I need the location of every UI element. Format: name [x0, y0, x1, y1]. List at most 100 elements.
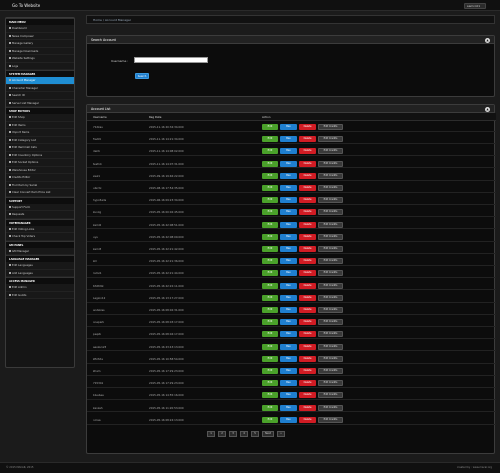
sidebar-item[interactable]: Edit Shop — [6, 114, 74, 122]
delete-button[interactable]: Delete — [299, 148, 316, 155]
sidebar-item[interactable]: Clear Convert Item Price List — [6, 189, 74, 197]
sidebar-item[interactable]: Edit Languages — [6, 262, 74, 270]
delete-button[interactable]: Delete — [299, 392, 316, 399]
sidebar-item[interactable]: Edit Itemmall Cats — [6, 144, 74, 152]
delete-button[interactable]: Delete — [299, 221, 316, 228]
edit-credits-button[interactable]: Edit Credits — [318, 319, 343, 326]
edit-credits-button[interactable]: Edit Credits — [318, 258, 343, 265]
edit-button[interactable]: Edit — [262, 319, 278, 326]
delete-button[interactable]: Delete — [299, 355, 316, 362]
edit-button[interactable]: Edit — [262, 404, 278, 411]
sidebar-item[interactable]: Edit Socket Options — [6, 159, 74, 167]
edit-credits-button[interactable]: Edit Credits — [318, 404, 343, 411]
page-button[interactable]: 4 — [240, 431, 248, 437]
page-button[interactable]: 5 — [251, 431, 259, 437]
delete-button[interactable]: Delete — [299, 233, 316, 240]
ban-button[interactable]: Ban — [280, 136, 297, 143]
ban-button[interactable]: Ban — [280, 380, 297, 387]
page-button[interactable]: 3 — [229, 431, 237, 437]
sidebar-item[interactable]: Add Languages — [6, 269, 74, 277]
edit-button[interactable]: Edit — [262, 258, 278, 265]
edit-credits-button[interactable]: Edit Credits — [318, 331, 343, 338]
edit-credits-button[interactable]: Edit Credits — [318, 355, 343, 362]
edit-credits-button[interactable]: Edit Credits — [318, 392, 343, 399]
edit-button[interactable]: Edit — [262, 246, 278, 252]
collapse-icon[interactable]: ▲ — [485, 106, 490, 112]
edit-button[interactable]: Edit — [262, 233, 278, 240]
edit-button[interactable]: Edit — [262, 185, 278, 191]
edit-credits-button[interactable]: Edit Credits — [318, 368, 343, 374]
edit-credits-button[interactable]: Edit Credits — [318, 270, 343, 277]
ban-button[interactable]: Ban — [280, 282, 297, 289]
collapse-icon[interactable]: ▲ — [485, 37, 490, 43]
edit-button[interactable]: Edit — [262, 380, 278, 387]
edit-credits-button[interactable]: Edit Credits — [318, 185, 343, 191]
delete-button[interactable]: Delete — [299, 416, 316, 423]
edit-button[interactable]: Edit — [262, 416, 278, 423]
user-menu-button[interactable]: samro01 — [464, 3, 486, 9]
edit-credits-button[interactable]: Edit Credits — [318, 294, 343, 301]
edit-credits-button[interactable]: Edit Credits — [318, 246, 343, 252]
page-button[interactable]: » — [277, 431, 285, 437]
delete-button[interactable]: Delete — [299, 172, 316, 179]
ban-button[interactable]: Ban — [280, 185, 297, 191]
go-to-website-link[interactable]: Go To Website — [12, 3, 40, 8]
delete-button[interactable]: Delete — [299, 380, 316, 387]
edit-credits-button[interactable]: Edit Credits — [318, 160, 343, 167]
ban-button[interactable]: Ban — [280, 404, 297, 411]
ban-button[interactable]: Ban — [280, 368, 297, 374]
delete-button[interactable]: Delete — [299, 282, 316, 289]
ban-button[interactable]: Ban — [280, 392, 297, 399]
ban-button[interactable]: Ban — [280, 270, 297, 277]
delete-button[interactable]: Delete — [299, 197, 316, 204]
edit-button[interactable]: Edit — [262, 307, 278, 313]
edit-button[interactable]: Edit — [262, 294, 278, 301]
ban-button[interactable]: Ban — [280, 124, 297, 130]
edit-credits-button[interactable]: Edit Credits — [318, 282, 343, 289]
delete-button[interactable]: Delete — [299, 209, 316, 216]
ban-button[interactable]: Ban — [280, 307, 297, 313]
delete-button[interactable]: Delete — [299, 270, 316, 277]
ban-button[interactable]: Ban — [280, 343, 297, 350]
ban-button[interactable]: Ban — [280, 331, 297, 338]
sidebar-item[interactable]: Character Manager — [6, 84, 74, 92]
delete-button[interactable]: Delete — [299, 136, 316, 143]
delete-button[interactable]: Delete — [299, 307, 316, 313]
ban-button[interactable]: Ban — [280, 197, 297, 204]
edit-button[interactable]: Edit — [262, 160, 278, 167]
edit-button[interactable]: Edit — [262, 343, 278, 350]
delete-button[interactable]: Delete — [299, 368, 316, 374]
username-input[interactable] — [134, 57, 208, 63]
sidebar-item[interactable]: GM Manager — [6, 247, 74, 255]
sidebar-item[interactable]: News Composer — [6, 32, 74, 40]
ban-button[interactable]: Ban — [280, 160, 297, 167]
edit-button[interactable]: Edit — [262, 221, 278, 228]
breadcrumb-home[interactable]: Home — [93, 18, 102, 22]
edit-button[interactable]: Edit — [262, 355, 278, 362]
ban-button[interactable]: Ban — [280, 246, 297, 252]
edit-button[interactable]: Edit — [262, 197, 278, 204]
edit-credits-button[interactable]: Edit Credits — [318, 197, 343, 204]
edit-button[interactable]: Edit — [262, 392, 278, 399]
sidebar-item[interactable]: Warehouse Editor — [6, 166, 74, 174]
delete-button[interactable]: Delete — [299, 319, 316, 326]
page-button[interactable]: 1 — [207, 431, 215, 437]
edit-button[interactable]: Edit — [262, 331, 278, 338]
edit-credits-button[interactable]: Edit Credits — [318, 124, 343, 130]
sidebar-item[interactable]: Server List Manager — [6, 99, 74, 107]
delete-button[interactable]: Delete — [299, 404, 316, 411]
edit-button[interactable]: Edit — [262, 172, 278, 179]
delete-button[interactable]: Delete — [299, 124, 316, 130]
edit-button[interactable]: Edit — [262, 282, 278, 289]
ban-button[interactable]: Ban — [280, 148, 297, 155]
edit-credits-button[interactable]: Edit Credits — [318, 148, 343, 155]
sidebar-item[interactable]: Edit Admin — [6, 284, 74, 292]
search-button[interactable]: Search — [135, 73, 149, 79]
ban-button[interactable]: Ban — [280, 221, 297, 228]
ban-button[interactable]: Ban — [280, 209, 297, 216]
ban-button[interactable]: Ban — [280, 172, 297, 179]
edit-credits-button[interactable]: Edit Credits — [318, 416, 343, 423]
sidebar-item[interactable]: Edit Items — [6, 121, 74, 129]
ban-button[interactable]: Ban — [280, 258, 297, 265]
sidebar-item[interactable]: Logs — [6, 62, 74, 70]
